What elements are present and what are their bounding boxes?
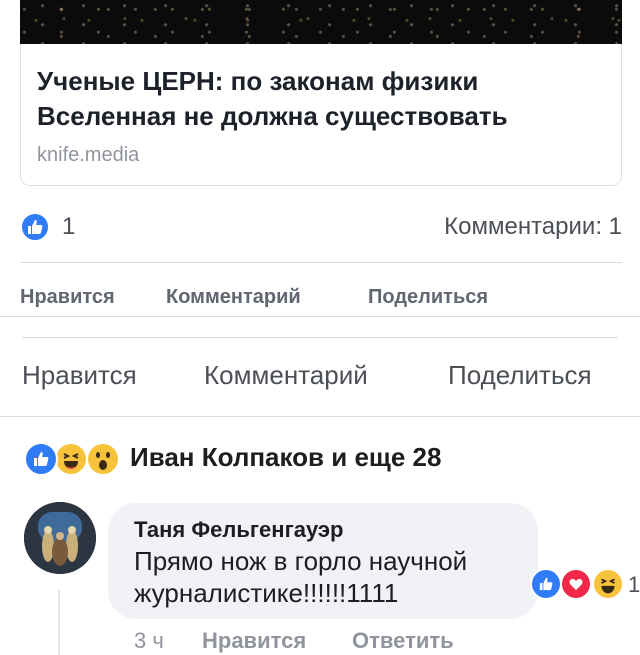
comment-reaction-count[interactable]: 1 — [628, 572, 640, 598]
like-icon — [530, 568, 562, 600]
divider — [22, 337, 618, 338]
comments-count[interactable]: Комментарии: 1 — [444, 213, 622, 241]
comment-reactions[interactable]: 1 — [530, 568, 640, 602]
divider — [20, 262, 622, 263]
link-preview-card[interactable]: Ученые ЦЕРН: по законам физики Вселенная… — [20, 44, 622, 186]
like-icon[interactable] — [20, 212, 50, 242]
divider — [0, 416, 640, 417]
reactions-summary-text[interactable]: Иван Колпаков и еще 28 — [130, 442, 441, 473]
comment-like-button[interactable]: Нравится — [202, 628, 306, 654]
comment-author[interactable]: Таня Фельгенгауэр — [134, 517, 344, 543]
reply-thread-line — [58, 590, 60, 655]
like-icon — [24, 442, 58, 476]
comment-button-small[interactable]: Комментарий — [166, 286, 301, 309]
haha-icon — [54, 442, 88, 476]
like-button-small[interactable]: Нравится — [20, 286, 115, 309]
link-preview-title[interactable]: Ученые ЦЕРН: по законам физики Вселенная… — [37, 64, 597, 134]
love-icon — [560, 568, 592, 600]
like-button[interactable]: Нравится — [22, 360, 137, 391]
comment-bubble[interactable]: Таня Фельгенгауэр Прямо нож в горло науч… — [108, 503, 538, 619]
wow-icon — [86, 442, 120, 476]
post-actions: Нравится Комментарий Поделиться — [0, 358, 640, 398]
post-stats-row: 1 Комментарии: 1 — [20, 210, 622, 244]
comment-button[interactable]: Комментарий — [204, 360, 368, 391]
comment-text: Прямо нож в горло научной журналистике!!… — [134, 546, 468, 608]
comment-reply-button[interactable]: Ответить — [352, 628, 454, 654]
haha-icon — [592, 568, 624, 600]
comment-time[interactable]: 3 ч — [134, 628, 164, 654]
share-button[interactable]: Поделиться — [448, 360, 592, 391]
share-button-small[interactable]: Поделиться — [368, 286, 488, 309]
like-count[interactable]: 1 — [62, 213, 75, 241]
divider — [0, 316, 640, 317]
link-preview-domain: knife.media — [37, 144, 140, 166]
link-preview-image[interactable] — [20, 0, 622, 44]
avatar[interactable] — [24, 502, 96, 574]
